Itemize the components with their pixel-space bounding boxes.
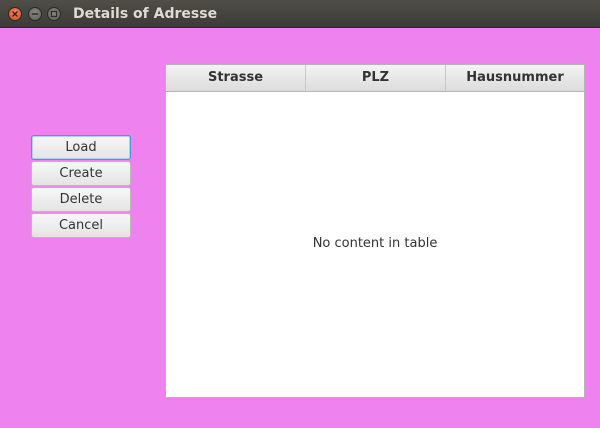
close-window-button[interactable] (8, 7, 22, 21)
address-table[interactable]: Strasse PLZ Hausnummer No content in tab… (165, 64, 585, 398)
minimize-window-button[interactable] (28, 7, 42, 21)
create-button[interactable]: Create (31, 161, 131, 186)
close-icon (12, 11, 18, 17)
window-titlebar: Details of Adresse (0, 0, 600, 28)
cancel-button[interactable]: Cancel (31, 213, 131, 238)
minimize-icon (31, 13, 39, 15)
column-header-hausnummer[interactable]: Hausnummer (446, 65, 584, 91)
delete-button[interactable]: Delete (31, 187, 131, 212)
load-button[interactable]: Load (31, 135, 131, 160)
table-header: Strasse PLZ Hausnummer (166, 65, 584, 92)
empty-table-placeholder: No content in table (312, 236, 438, 251)
maximize-window-button[interactable] (47, 7, 61, 21)
maximize-icon (50, 10, 58, 18)
window-title: Details of Adresse (73, 6, 218, 22)
column-header-plz[interactable]: PLZ (306, 65, 446, 91)
action-button-group: Load Create Delete Cancel (31, 135, 131, 239)
column-header-strasse[interactable]: Strasse (166, 65, 306, 91)
